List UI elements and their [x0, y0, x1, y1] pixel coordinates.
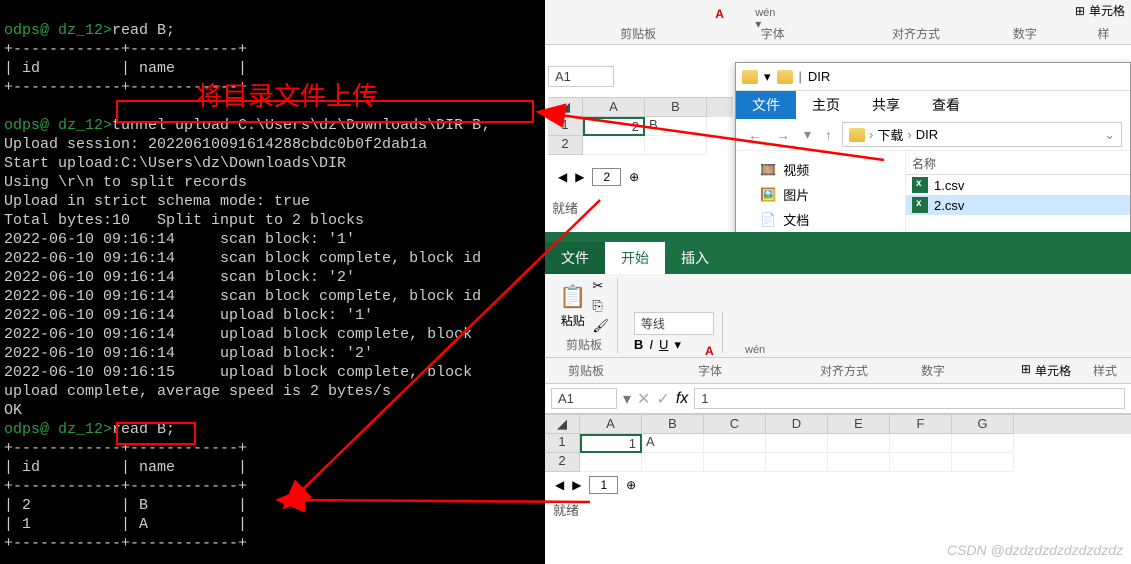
col-B[interactable]: B — [645, 98, 707, 117]
file-row[interactable]: 2.csv — [906, 195, 1130, 215]
folder-icon — [777, 70, 793, 84]
excel2-tabs: 文件 开始 插入 — [545, 242, 1131, 274]
tab-share[interactable]: 共享 — [856, 91, 916, 119]
highlight-upload-cmd — [116, 100, 534, 123]
ribbon-groups: 剪贴板 Awén▾字体 对齐方式 数字 ⊞ 单元格 样 — [545, 0, 1131, 45]
nav-documents[interactable]: 📄文档 — [738, 207, 903, 232]
select-all-2[interactable]: ◢ — [545, 415, 580, 434]
nav-up[interactable]: ↑ — [821, 125, 836, 145]
explorer-ribbon-tabs: 文件 主页 共享 查看 — [736, 91, 1130, 119]
prompt: odps@ dz_12> — [4, 22, 112, 39]
nav-recent[interactable]: ▾ — [800, 124, 815, 145]
excel-icon — [912, 197, 928, 213]
excel-icon — [912, 177, 928, 193]
excel2-ribbon: 文件 开始 插入 📋粘贴 ✂ ⎘ 🖌 剪贴板 等线 B I U▾ 剪 — [545, 232, 1131, 521]
cut-icon[interactable]: ✂ — [592, 278, 609, 294]
nav-pictures[interactable]: 🖼️图片 — [738, 182, 903, 207]
tab-insert[interactable]: 插入 — [665, 242, 725, 274]
name-box-1[interactable]: A1 — [548, 66, 614, 87]
name-box-2[interactable]: A1 — [551, 388, 617, 409]
folder-icon — [742, 70, 758, 84]
tab-file[interactable]: 文件 — [736, 91, 796, 119]
col-A[interactable]: A — [583, 98, 645, 117]
bold-button[interactable]: B — [634, 337, 643, 353]
chevron-down-icon[interactable]: ⌄ — [1104, 127, 1115, 143]
folder-icon — [849, 128, 865, 142]
sheet-2[interactable]: ◢ A B C D E F G 1 1 A 2 — [545, 414, 1131, 472]
formula-bar[interactable]: 1 — [694, 388, 1125, 409]
breadcrumb[interactable]: › 下载 › DIR ⌄ — [842, 122, 1122, 147]
explorer-title-text: DIR — [808, 69, 830, 84]
paste-button[interactable]: 📋粘贴 — [559, 284, 586, 329]
format-painter-icon[interactable]: 🖌 — [592, 318, 609, 334]
nav-back[interactable]: ← — [744, 125, 766, 145]
explorer-titlebar[interactable]: ▾ | DIR — [736, 63, 1130, 91]
clipboard-group: 📋粘贴 ✂ ⎘ 🖌 剪贴板 — [551, 278, 618, 353]
sheet-tabs-1[interactable]: ◀▶ 2 ⊕ — [558, 168, 639, 186]
highlight-read-cmd — [116, 422, 196, 445]
select-all-1[interactable]: ◢ — [548, 98, 583, 117]
sheet-1[interactable]: ◢ A B 1 2 B 2 — [548, 97, 733, 155]
status-1: 就绪 — [552, 198, 578, 217]
tab-home[interactable]: 主页 — [796, 91, 856, 119]
nav-videos[interactable]: 🎞️视频 — [738, 157, 903, 182]
cells-group[interactable]: ⊞ 单元格 — [1021, 362, 1071, 379]
italic-button[interactable]: I — [649, 337, 653, 353]
watermark: CSDN @dzdzdzdzdzdzdzdz — [947, 542, 1123, 558]
nav-fwd[interactable]: → — [772, 125, 794, 145]
sheet-tabs-2[interactable]: ◀▶ 1 ⊕ — [545, 472, 1131, 498]
copy-icon[interactable]: ⎘ — [592, 298, 609, 314]
tab-view[interactable]: 查看 — [916, 91, 976, 119]
tab-home[interactable]: 开始 — [605, 242, 665, 274]
file-row[interactable]: 1.csv — [906, 175, 1130, 195]
cmd: read B; — [112, 22, 175, 39]
status-2: 就绪 — [545, 498, 1131, 521]
tab-file[interactable]: 文件 — [545, 242, 605, 274]
cells-group[interactable]: ⊞ 单元格 — [1075, 2, 1125, 19]
underline-button[interactable]: U — [659, 337, 668, 353]
